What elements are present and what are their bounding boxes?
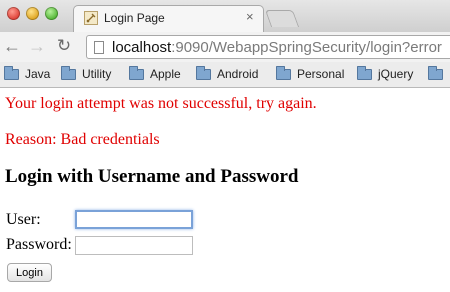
new-tab-button[interactable]: [264, 10, 300, 27]
folder-icon: [357, 66, 372, 80]
bookmark-folder-apple[interactable]: Apple: [129, 66, 181, 83]
page-heading: Login with Username and Password: [5, 166, 299, 187]
reload-icon[interactable]: ↻: [54, 36, 74, 56]
tab-title: Login Page: [104, 11, 165, 25]
folder-icon: [4, 66, 19, 80]
browser-titlebar: Login Page ×: [0, 0, 450, 34]
bookmark-label: Personal: [297, 67, 345, 81]
password-label: Password:: [6, 236, 72, 253]
folder-icon: [196, 66, 211, 80]
login-button[interactable]: Login: [7, 263, 52, 282]
bookmark-folder-personal[interactable]: Personal: [276, 66, 345, 83]
tab-close-icon[interactable]: ×: [246, 9, 254, 24]
folder-icon: [61, 66, 76, 80]
address-url[interactable]: localhost:9090/WebappSpringSecurity/logi…: [112, 39, 442, 56]
folder-icon: [276, 66, 291, 80]
address-bar[interactable]: localhost:9090/WebappSpringSecurity/logi…: [86, 35, 450, 59]
bookmark-folder-overflow[interactable]: [428, 66, 449, 83]
close-window-button[interactable]: [7, 7, 20, 20]
zoom-window-button[interactable]: [45, 7, 58, 20]
folder-icon: [428, 66, 443, 80]
page-icon: [94, 41, 104, 54]
folder-icon: [129, 66, 144, 80]
url-path: :9090/WebappSpringSecurity/login?error: [171, 39, 442, 56]
url-host: localhost: [112, 39, 172, 56]
bookmark-label: Utility: [82, 67, 112, 81]
back-icon[interactable]: ←: [2, 36, 22, 56]
bookmark-folder-jquery[interactable]: jQuery: [357, 66, 414, 83]
bookmark-label: Java: [25, 67, 51, 81]
favicon-icon: [84, 11, 98, 25]
password-input[interactable]: [75, 236, 193, 255]
bookmark-folder-android[interactable]: Android: [196, 66, 259, 83]
error-reason: Reason: Bad credentials: [5, 131, 160, 148]
page-content: Your login attempt was not successful, t…: [0, 88, 450, 292]
username-input[interactable]: [75, 210, 193, 229]
bookmark-folder-java[interactable]: Java: [4, 66, 51, 83]
bookmark-folder-utility[interactable]: Utility: [61, 66, 112, 83]
bookmark-label: Android: [217, 67, 259, 81]
minimize-window-button[interactable]: [26, 7, 39, 20]
browser-toolbar: ← → ↻ localhost:9090/WebappSpringSecurit…: [0, 32, 450, 62]
bookmarks-bar: Java Utility Apple Android Personal jQue…: [0, 62, 450, 88]
bookmark-label: jQuery: [378, 67, 414, 81]
user-label: User:: [6, 211, 41, 228]
error-message: Your login attempt was not successful, t…: [5, 95, 317, 112]
bookmark-label: Apple: [150, 67, 181, 81]
forward-icon[interactable]: →: [27, 36, 47, 56]
tab-login-page[interactable]: Login Page ×: [73, 5, 264, 34]
